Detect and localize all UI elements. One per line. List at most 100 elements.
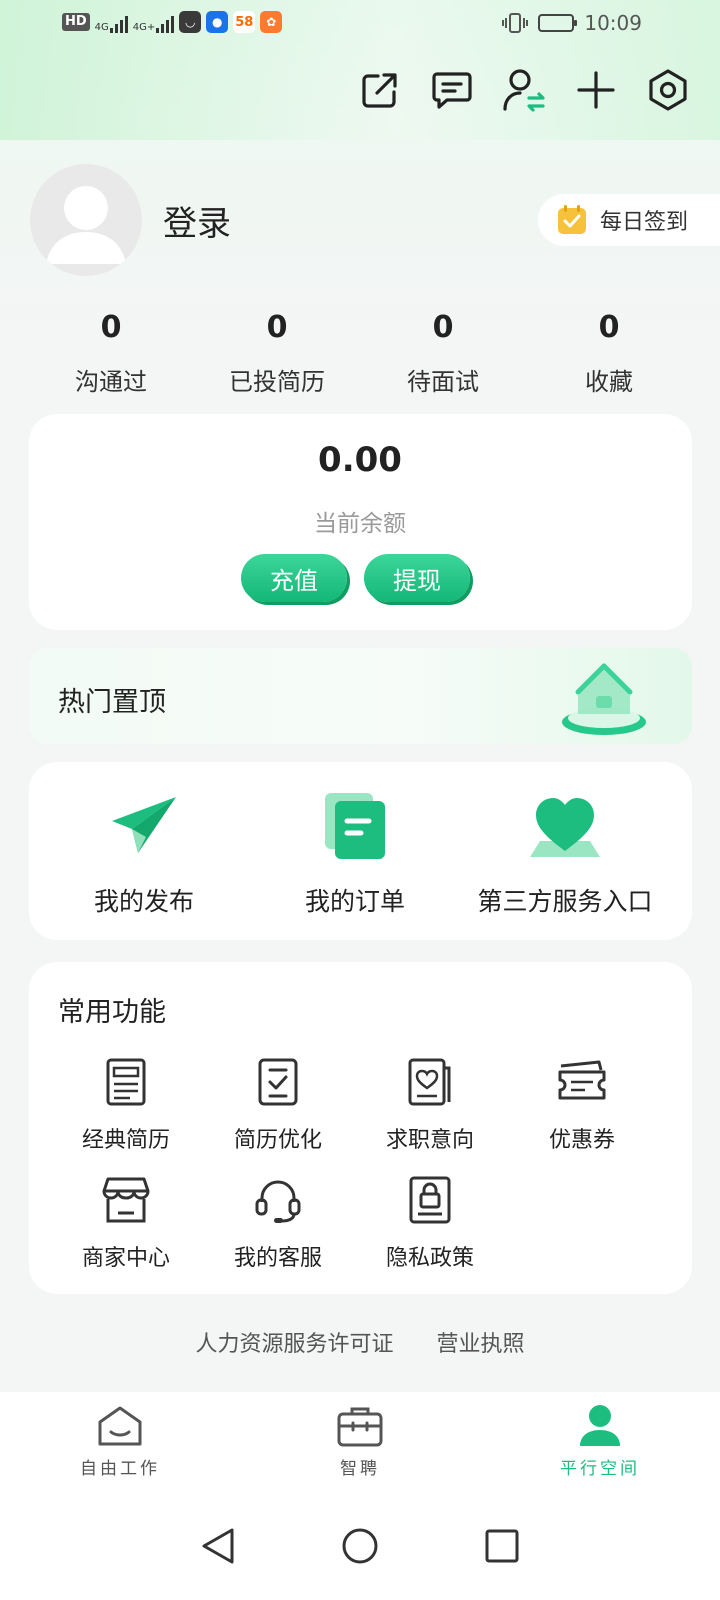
login-link[interactable]: 登录 xyxy=(163,196,231,245)
coupon-item[interactable]: 优惠券 xyxy=(512,1056,652,1154)
quick-entry-label: 我的订单 xyxy=(304,887,405,916)
privacy-policy-item[interactable]: 隐私政策 xyxy=(360,1174,500,1272)
heart-icon xyxy=(530,798,600,857)
job-intention-item[interactable]: 求职意向 xyxy=(360,1056,500,1154)
stat-label: 收藏 xyxy=(585,368,633,396)
settings-button[interactable] xyxy=(646,66,690,114)
balance-amount: 0.00 xyxy=(318,440,402,480)
function-label: 商家中心 xyxy=(81,1246,170,1271)
tab-smart-hiring[interactable]: 智聘 xyxy=(240,1392,480,1492)
customer-service-item[interactable]: 我的客服 xyxy=(208,1174,348,1272)
share-icon xyxy=(362,73,397,108)
switch-identity-button[interactable] xyxy=(502,66,546,114)
orange-app-icon: ✿ xyxy=(260,11,283,33)
job-intention-icon xyxy=(408,1058,451,1106)
home-icon xyxy=(98,1406,142,1446)
recents-square-icon[interactable] xyxy=(484,1528,520,1564)
quick-entry-label: 第三方服务入口 xyxy=(477,887,653,916)
footer-links: 人力资源服务许可证 营业执照 xyxy=(0,1326,720,1358)
network-type-2: 4G+ xyxy=(132,22,156,33)
signal-2: 4G+ xyxy=(133,11,175,33)
function-label: 求职意向 xyxy=(385,1128,474,1153)
tab-label: 智聘 xyxy=(340,1459,380,1479)
tab-parallel-space[interactable]: 平行空间 xyxy=(480,1392,720,1492)
status-left: HD 4G 4G+ ◡ ● 58 ✿ xyxy=(62,11,283,33)
stat-value: 0 xyxy=(100,310,122,345)
person-icon xyxy=(580,1405,620,1446)
function-label: 简历优化 xyxy=(233,1128,322,1153)
stat-value: 0 xyxy=(266,310,288,345)
tab-label: 自由工作 xyxy=(80,1459,160,1479)
top-toolbar xyxy=(358,66,690,114)
vibrate-icon xyxy=(502,13,529,33)
recharge-button[interactable]: 充值 xyxy=(241,554,347,602)
resume-icon xyxy=(106,1058,146,1106)
messages-button[interactable] xyxy=(430,66,474,114)
privacy-lock-icon xyxy=(409,1176,451,1224)
message-icon xyxy=(432,72,472,109)
hr-license-link[interactable]: 人力资源服务许可证 xyxy=(195,1332,393,1357)
shopping-bag-app-icon: ◡ xyxy=(179,11,202,33)
merchant-center-item[interactable]: 商家中心 xyxy=(56,1174,196,1272)
my-orders-entry[interactable]: 我的订单 xyxy=(240,790,470,918)
stats-row: 0 沟通过 0 已投简历 0 待面试 0 收藏 xyxy=(28,310,692,397)
hd-indicator: HD xyxy=(62,13,90,31)
common-functions-title: 常用功能 xyxy=(58,997,166,1028)
clock: 10:09 xyxy=(584,11,642,35)
coupon-icon xyxy=(558,1060,606,1100)
quick-entry-label: 我的发布 xyxy=(93,887,194,916)
default-avatar-icon xyxy=(46,186,126,264)
status-right: 10:09 xyxy=(502,11,642,35)
avatar[interactable] xyxy=(30,164,142,276)
back-triangle-icon[interactable] xyxy=(200,1526,236,1566)
signal-1: 4G xyxy=(95,11,128,33)
stat-communicated[interactable]: 0 沟通过 xyxy=(28,310,194,397)
stat-label: 沟通过 xyxy=(75,368,147,396)
signal-bars-icon xyxy=(156,15,175,33)
switch-user-icon xyxy=(503,69,545,112)
resume-optimize-item[interactable]: 简历优化 xyxy=(208,1056,348,1154)
order-document-icon xyxy=(325,793,385,859)
battery-icon xyxy=(538,14,578,32)
bulb-app-icon: ● xyxy=(206,11,229,33)
settings-hexagon-icon xyxy=(649,69,687,111)
system-navigation-bar xyxy=(0,1492,720,1600)
briefcase-icon xyxy=(337,1407,383,1447)
stat-favorites[interactable]: 0 收藏 xyxy=(526,310,692,397)
balance-label: 当前余额 xyxy=(314,511,406,537)
stat-label: 已投简历 xyxy=(229,368,325,396)
tab-free-work[interactable]: 自由工作 xyxy=(0,1392,240,1492)
daily-checkin-button[interactable]: 每日签到 xyxy=(538,194,720,246)
business-license-link[interactable]: 营业执照 xyxy=(437,1332,525,1357)
function-label: 优惠券 xyxy=(548,1128,615,1153)
hot-top-title: 热门置顶 xyxy=(58,687,166,718)
stat-label: 待面试 xyxy=(407,368,479,396)
signal-bars-icon xyxy=(109,15,128,33)
stat-value: 0 xyxy=(598,310,620,345)
function-label: 经典简历 xyxy=(81,1128,170,1153)
stat-applied-resumes[interactable]: 0 已投简历 xyxy=(194,310,360,397)
bottom-tab-bar: 自由工作 智聘 平行空间 xyxy=(0,1392,720,1492)
checkin-calendar-icon xyxy=(558,205,586,234)
stat-pending-interview[interactable]: 0 待面试 xyxy=(360,310,526,397)
house-pedestal-icon xyxy=(562,663,646,735)
classic-resume-item[interactable]: 经典简历 xyxy=(56,1056,196,1154)
resume-check-icon xyxy=(258,1058,298,1106)
third-party-services-entry[interactable]: 第三方服务入口 xyxy=(450,790,680,918)
home-circle-icon[interactable] xyxy=(340,1526,380,1566)
tab-label: 平行空间 xyxy=(560,1459,640,1479)
function-label: 隐私政策 xyxy=(385,1246,474,1271)
status-bar: HD 4G 4G+ ◡ ● 58 ✿ 10:09 xyxy=(0,0,720,50)
withdraw-button[interactable]: 提现 xyxy=(364,554,470,602)
app-58-icon: 58 xyxy=(233,11,256,33)
checkin-label: 每日签到 xyxy=(600,210,689,235)
share-button[interactable] xyxy=(358,66,402,114)
headset-icon xyxy=(255,1180,301,1223)
store-icon xyxy=(102,1177,150,1223)
network-type-1: 4G xyxy=(94,22,109,33)
plus-icon xyxy=(577,71,615,109)
my-posts-entry[interactable]: 我的发布 xyxy=(29,790,259,918)
stat-value: 0 xyxy=(432,310,454,345)
add-button[interactable] xyxy=(574,66,618,114)
function-label: 我的客服 xyxy=(233,1246,322,1271)
